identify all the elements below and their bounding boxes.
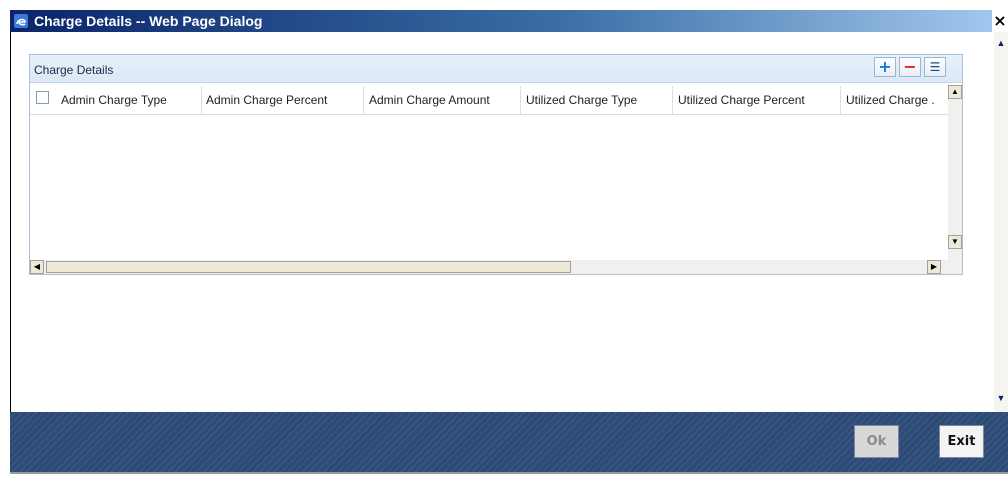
ie-page-icon [14,14,28,28]
scroll-thumb[interactable] [46,261,571,273]
single-view-button[interactable]: ☰ [924,57,946,77]
window-title: Charge Details -- Web Page Dialog [34,13,263,29]
column-header[interactable]: Utilized Charge Percent [678,93,805,107]
grid-horizontal-scrollbar[interactable]: ◀ ▶ [30,260,962,274]
charge-details-panel: Charge Details + − ☰ Admin Charge Type A… [29,54,963,275]
grid-header-row: Admin Charge Type Admin Charge Percent A… [30,85,948,115]
window-bottom-border [10,472,1008,474]
close-icon[interactable]: × [992,10,1008,32]
ok-button[interactable]: Ok [854,425,899,458]
window-left-border [10,32,11,472]
column-header[interactable]: Utilized Charge . [846,93,946,107]
column-divider [520,86,521,114]
column-divider [672,86,673,114]
exit-button[interactable]: Exit [939,425,984,458]
column-divider [201,86,202,114]
title-bar: Charge Details -- Web Page Dialog × [10,10,1008,32]
column-divider [840,86,841,114]
scroll-down-icon[interactable]: ▼ [994,391,1008,405]
scroll-right-icon[interactable]: ▶ [927,260,941,274]
charge-details-dialog: Charge Details -- Web Page Dialog × ▲ ▼ … [0,0,1008,482]
column-header[interactable]: Admin Charge Amount [369,93,490,107]
grid-vertical-scrollbar[interactable]: ▲ ▼ [948,85,962,260]
scroll-down-icon[interactable]: ▼ [948,235,962,249]
window-vertical-scrollbar[interactable]: ▲ ▼ [994,32,1008,412]
add-row-button[interactable]: + [874,57,896,77]
dialog-footer: Ok Exit [10,412,1008,472]
delete-row-button[interactable]: − [899,57,921,77]
scroll-up-icon[interactable]: ▲ [948,85,962,99]
scroll-up-icon[interactable]: ▲ [994,36,1008,50]
panel-header: Charge Details + − ☰ [30,55,962,83]
column-header[interactable]: Admin Charge Percent [206,93,327,107]
select-all-checkbox[interactable] [36,91,49,104]
column-header[interactable]: Admin Charge Type [61,93,167,107]
column-divider [363,86,364,114]
column-header[interactable]: Utilized Charge Type [526,93,637,107]
scroll-left-icon[interactable]: ◀ [30,260,44,274]
panel-title: Charge Details [34,63,114,77]
